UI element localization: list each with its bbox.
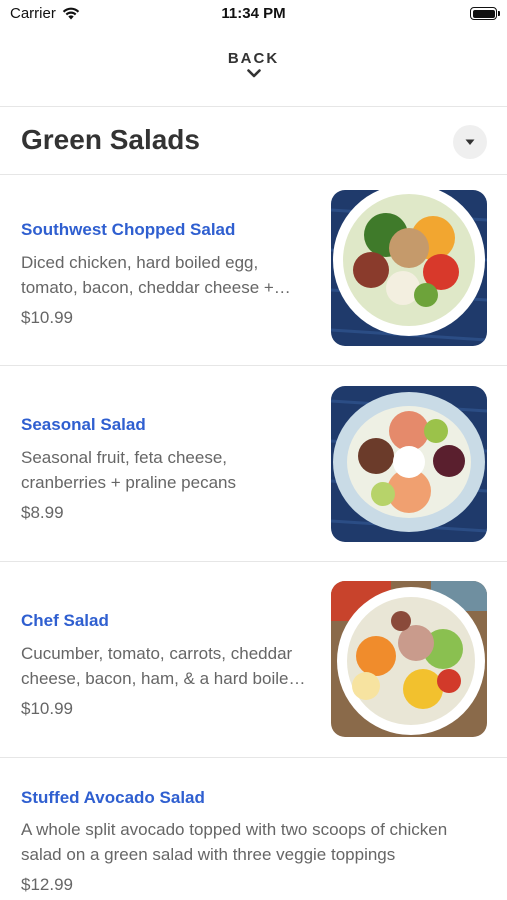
battery-icon xyxy=(470,7,500,20)
item-photo xyxy=(331,190,487,346)
back-label: BACK xyxy=(227,50,280,67)
item-price: $12.99 xyxy=(21,875,73,894)
status-time: 11:34 PM xyxy=(221,5,286,22)
item-price: $10.99 xyxy=(21,699,73,718)
item-photo xyxy=(331,386,487,542)
chevron-down-icon xyxy=(246,69,261,78)
item-description: A whole split avocado topped with two sc… xyxy=(21,820,448,864)
header-divider xyxy=(0,106,507,107)
item-description: Cucumber, tomato, carrots, cheddar chees… xyxy=(21,644,306,688)
menu-item[interactable]: Southwest Chopped Salad Diced chicken, h… xyxy=(0,175,507,365)
item-price: $10.99 xyxy=(21,308,73,327)
item-name: Chef Salad xyxy=(21,611,109,630)
menu-item[interactable]: Chef Salad Cucumber, tomato, carrots, ch… xyxy=(0,562,507,757)
item-price: $8.99 xyxy=(21,503,64,522)
item-name: Southwest Chopped Salad xyxy=(21,220,236,239)
page-title: Green Salads xyxy=(21,124,200,155)
back-button[interactable]: BACK xyxy=(0,50,507,78)
item-name: Seasonal Salad xyxy=(21,415,146,434)
item-description: Diced chicken, hard boiled egg, tomato, … xyxy=(21,253,291,297)
category-dropdown-button[interactable] xyxy=(453,125,487,159)
menu-item[interactable]: Seasonal Salad Seasonal fruit, feta chee… xyxy=(0,366,507,561)
item-name: Stuffed Avocado Salad xyxy=(21,788,205,807)
item-description: Seasonal fruit, feta cheese, cranberries… xyxy=(21,448,236,492)
menu-item[interactable]: Stuffed Avocado Salad A whole split avoc… xyxy=(0,758,507,900)
caret-down-icon xyxy=(465,139,475,145)
item-photo xyxy=(331,581,487,737)
status-bar: Carrier 11:34 PM xyxy=(0,0,507,30)
